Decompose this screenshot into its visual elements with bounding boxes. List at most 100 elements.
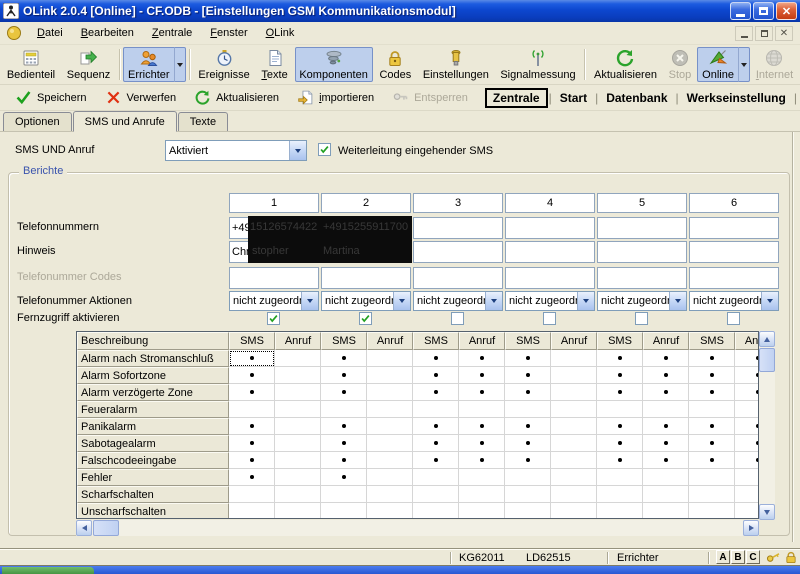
- telefonnummer-cell-5[interactable]: [597, 217, 687, 239]
- event-cell-anruf-2[interactable]: [367, 367, 413, 384]
- event-cell-sms-5[interactable]: [597, 486, 643, 503]
- verwerfen-button[interactable]: Verwerfen: [96, 86, 186, 109]
- event-cell-anruf-2[interactable]: [367, 418, 413, 435]
- partition-button-a[interactable]: A: [716, 550, 730, 564]
- tab-sms-und-anrufe[interactable]: SMS und Anrufe: [73, 111, 177, 132]
- telefonummer-code-cell-5[interactable]: [597, 267, 687, 289]
- event-cell-anruf-1[interactable]: [275, 452, 321, 469]
- telefonummer-code-cell-6[interactable]: [689, 267, 779, 289]
- chevron-down-icon[interactable]: [289, 141, 306, 160]
- fernzugriff-checkbox-4[interactable]: [543, 312, 556, 325]
- event-cell-sms-2[interactable]: [321, 350, 367, 367]
- start-button[interactable]: [2, 567, 94, 574]
- fernzugriff-checkbox-5[interactable]: [635, 312, 648, 325]
- aktualisieren-button[interactable]: Aktualisieren: [589, 47, 661, 82]
- event-cell-anruf-2[interactable]: [367, 401, 413, 418]
- event-cell-anruf-1[interactable]: [275, 418, 321, 435]
- event-cell-sms-1[interactable]: [229, 350, 275, 367]
- event-cell-sms-4[interactable]: [505, 452, 551, 469]
- event-cell-anruf-6[interactable]: [735, 435, 759, 452]
- event-cell-sms-4[interactable]: [505, 469, 551, 486]
- event-cell-anruf-2[interactable]: [367, 350, 413, 367]
- event-cell-sms-2[interactable]: [321, 435, 367, 452]
- event-cell-anruf-5[interactable]: [643, 486, 689, 503]
- event-cell-sms-4[interactable]: [505, 435, 551, 452]
- event-cell-anruf-3[interactable]: [459, 350, 505, 367]
- event-cell-sms-2[interactable]: [321, 452, 367, 469]
- telefonummer-aktion-select-6[interactable]: nicht zugeordr: [689, 291, 779, 311]
- chevron-down-icon[interactable]: [485, 292, 502, 310]
- event-cell-sms-4[interactable]: [505, 384, 551, 401]
- nav-tab-zentrale[interactable]: Zentrale: [485, 88, 548, 108]
- event-cell-sms-2[interactable]: [321, 503, 367, 519]
- event-cell-anruf-1[interactable]: [275, 503, 321, 519]
- importieren-button[interactable]: importieren: [288, 86, 383, 109]
- event-cell-sms-3[interactable]: [413, 503, 459, 519]
- event-cell-sms-3[interactable]: [413, 486, 459, 503]
- dropdown-arrow[interactable]: [174, 47, 186, 82]
- event-cell-anruf-2[interactable]: [367, 384, 413, 401]
- event-cell-sms-2[interactable]: [321, 469, 367, 486]
- nav-tab-start[interactable]: Start: [553, 89, 594, 107]
- event-cell-sms-1[interactable]: [229, 418, 275, 435]
- event-cell-sms-4[interactable]: [505, 486, 551, 503]
- event-cell-sms-4[interactable]: [505, 367, 551, 384]
- event-cell-anruf-1[interactable]: [275, 435, 321, 452]
- telefonnummer-cell-3[interactable]: [413, 217, 503, 239]
- minimize-button[interactable]: [730, 2, 751, 20]
- event-cell-anruf-3[interactable]: [459, 503, 505, 519]
- fernzugriff-checkbox-6[interactable]: [727, 312, 740, 325]
- event-cell-anruf-4[interactable]: [551, 401, 597, 418]
- event-cell-sms-3[interactable]: [413, 384, 459, 401]
- scroll-up-button[interactable]: [759, 331, 775, 347]
- event-cell-anruf-2[interactable]: [367, 452, 413, 469]
- tab-optionen[interactable]: Optionen: [3, 112, 72, 131]
- horizontal-scroll-thumb[interactable]: [93, 520, 119, 536]
- event-cell-anruf-3[interactable]: [459, 486, 505, 503]
- event-cell-anruf-1[interactable]: [275, 384, 321, 401]
- event-cell-sms-5[interactable]: [597, 469, 643, 486]
- tab-texte[interactable]: Texte: [178, 112, 228, 131]
- event-cell-anruf-3[interactable]: [459, 452, 505, 469]
- telefonnummer-cell-4[interactable]: [505, 217, 595, 239]
- event-cell-sms-3[interactable]: [413, 350, 459, 367]
- fernzugriff-checkbox-3[interactable]: [451, 312, 464, 325]
- partition-button-c[interactable]: C: [746, 550, 760, 564]
- event-cell-anruf-6[interactable]: [735, 350, 759, 367]
- hinweis-cell-6[interactable]: [689, 241, 779, 263]
- event-cell-anruf-6[interactable]: [735, 452, 759, 469]
- telefonummer-code-cell-2[interactable]: [321, 267, 411, 289]
- event-cell-anruf-4[interactable]: [551, 452, 597, 469]
- event-cell-sms-6[interactable]: [689, 435, 735, 452]
- event-cell-anruf-3[interactable]: [459, 384, 505, 401]
- event-cell-sms-4[interactable]: [505, 418, 551, 435]
- fernzugriff-checkbox-1[interactable]: [267, 312, 280, 325]
- menu-item-fenster[interactable]: Fenster: [201, 24, 256, 42]
- menu-item-olink[interactable]: OLink: [257, 24, 304, 42]
- event-cell-anruf-6[interactable]: [735, 469, 759, 486]
- event-cell-anruf-1[interactable]: [275, 469, 321, 486]
- event-cell-sms-1[interactable]: [229, 503, 275, 519]
- event-cell-anruf-3[interactable]: [459, 469, 505, 486]
- event-cell-sms-3[interactable]: [413, 401, 459, 418]
- event-cell-anruf-2[interactable]: [367, 435, 413, 452]
- event-cell-anruf-4[interactable]: [551, 384, 597, 401]
- sms-und-anruf-select[interactable]: Aktiviert: [165, 140, 307, 161]
- aktualisieren-button[interactable]: Aktualisieren: [185, 86, 288, 109]
- event-cell-anruf-6[interactable]: [735, 503, 759, 519]
- event-cell-sms-5[interactable]: [597, 401, 643, 418]
- event-cell-anruf-6[interactable]: [735, 486, 759, 503]
- signalmessung-button[interactable]: Signalmessung: [496, 47, 581, 82]
- event-cell-anruf-1[interactable]: [275, 486, 321, 503]
- event-cell-anruf-5[interactable]: [643, 452, 689, 469]
- codes-button[interactable]: Codes: [375, 47, 417, 82]
- event-cell-anruf-5[interactable]: [643, 503, 689, 519]
- event-cell-sms-6[interactable]: [689, 384, 735, 401]
- fernzugriff-checkbox-2[interactable]: [359, 312, 372, 325]
- event-cell-anruf-5[interactable]: [643, 435, 689, 452]
- event-cell-anruf-2[interactable]: [367, 486, 413, 503]
- event-cell-sms-6[interactable]: [689, 503, 735, 519]
- event-cell-anruf-4[interactable]: [551, 367, 597, 384]
- event-cell-sms-1[interactable]: [229, 384, 275, 401]
- event-cell-sms-1[interactable]: [229, 401, 275, 418]
